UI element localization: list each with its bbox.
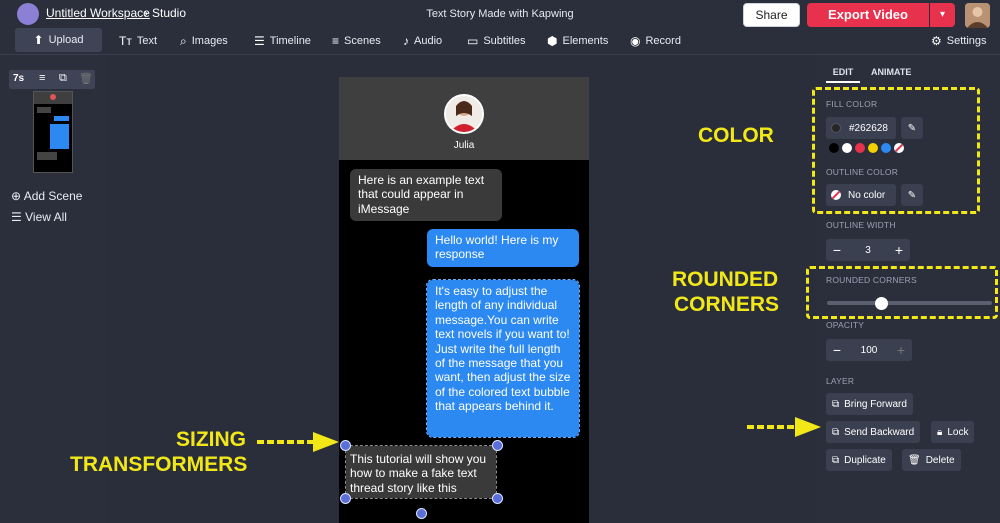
resize-handle-bottom-right[interactable] bbox=[492, 493, 503, 504]
delete-button[interactable]: 🗑︎ Delete bbox=[902, 449, 961, 471]
add-scene-button[interactable]: ⊕ Add Scene bbox=[11, 189, 82, 203]
tab-edit[interactable]: EDIT bbox=[826, 67, 860, 83]
opacity-value[interactable]: 100 bbox=[848, 345, 890, 356]
bring-forward-icon: ⧉ bbox=[832, 398, 840, 410]
settings-button[interactable]: ⚙ Settings bbox=[931, 28, 987, 54]
images-tool[interactable]: ⌕ Images bbox=[180, 28, 228, 54]
timeline-tool[interactable]: ☰ Timeline bbox=[254, 28, 311, 54]
duplicate-button[interactable]: ⧉ Duplicate bbox=[826, 449, 892, 471]
message-bubble-sent[interactable]: Hello world! Here is my response bbox=[427, 229, 579, 267]
search-icon: ⌕ bbox=[180, 34, 187, 48]
outline-width-value[interactable]: 3 bbox=[848, 245, 888, 256]
outline-width-label: OUTLINE WIDTH bbox=[826, 220, 896, 230]
view-all-button[interactable]: ☰ View All bbox=[11, 210, 67, 224]
upload-button[interactable]: ⬆ Upload bbox=[15, 28, 102, 52]
plus-icon[interactable]: + bbox=[890, 342, 912, 358]
message-bubble-sent[interactable]: It's easy to adjust the length of any in… bbox=[426, 279, 580, 438]
trash-icon: 🗑︎ bbox=[908, 454, 921, 466]
text-icon: Tт bbox=[119, 34, 132, 48]
export-dropdown-button[interactable]: ▾ bbox=[930, 3, 955, 27]
resize-handle-top-right[interactable] bbox=[492, 440, 503, 451]
layer-label: LAYER bbox=[826, 376, 855, 386]
lock-icon: 🔒︎ bbox=[937, 426, 943, 438]
scene-menu-icon[interactable]: ≡ bbox=[39, 72, 45, 84]
arrow-to-layer-buttons-icon bbox=[747, 417, 821, 437]
scenes-icon: ≡ bbox=[332, 34, 340, 48]
minus-icon[interactable]: − bbox=[826, 342, 848, 358]
scene-thumbnail[interactable] bbox=[33, 91, 73, 173]
contact-avatar[interactable] bbox=[444, 94, 484, 134]
annotation-rounded: ROUNDED bbox=[672, 268, 779, 291]
user-avatar[interactable] bbox=[965, 3, 990, 28]
elements-tool[interactable]: ⬢ Elements bbox=[547, 28, 608, 54]
trash-icon[interactable]: 🗑 bbox=[79, 72, 93, 85]
record-tool[interactable]: ◉ Record bbox=[630, 28, 681, 54]
timeline-icon: ☰ bbox=[254, 34, 265, 48]
color-highlight-box bbox=[812, 87, 980, 214]
opacity-stepper: − 100 + bbox=[826, 339, 912, 361]
send-backward-button[interactable]: ⧉ Send Backward bbox=[826, 421, 921, 443]
scene-header: 7s ≡ ⧉ 🗑 bbox=[9, 70, 95, 89]
music-note-icon: ♪ bbox=[403, 34, 409, 48]
gear-icon: ⚙ bbox=[931, 34, 942, 48]
outline-width-stepper: − 3 + bbox=[826, 239, 910, 261]
send-backward-icon: ⧉ bbox=[832, 426, 840, 438]
lock-button[interactable]: 🔒︎ Lock bbox=[931, 421, 975, 443]
upload-icon: ⬆ bbox=[33, 33, 44, 47]
opacity-label: OPACITY bbox=[826, 320, 865, 330]
rounded-highlight-box bbox=[806, 266, 998, 319]
record-icon: ◉ bbox=[630, 34, 641, 48]
share-button[interactable]: Share bbox=[743, 3, 800, 27]
annotation-color: COLOR bbox=[698, 124, 774, 147]
subtitles-icon: ▭ bbox=[467, 34, 479, 48]
annotation-transformers: TRANSFORMERS bbox=[70, 453, 248, 476]
tab-animate[interactable]: ANIMATE bbox=[871, 67, 911, 77]
contact-name: Julia bbox=[453, 140, 475, 151]
bring-forward-button[interactable]: ⧉ Bring Forward bbox=[826, 393, 913, 415]
audio-tool[interactable]: ♪ Audio bbox=[403, 28, 442, 54]
message-bubble-received[interactable]: Here is an example text that could appea… bbox=[350, 169, 502, 221]
scene-duration[interactable]: 7s bbox=[13, 73, 24, 84]
annotation-corners: CORNERS bbox=[674, 293, 780, 316]
duplicate-icon: ⧉ bbox=[832, 454, 840, 466]
list-icon: ☰ bbox=[11, 210, 22, 224]
resize-handle-bottom-left[interactable] bbox=[340, 493, 351, 504]
annotation-sizing: SIZING bbox=[176, 428, 247, 451]
export-video-button[interactable]: Export Video bbox=[807, 3, 929, 27]
plus-icon[interactable]: + bbox=[888, 242, 910, 258]
plus-circle-icon: ⊕ bbox=[11, 189, 22, 203]
selection-box bbox=[345, 445, 497, 499]
rotate-handle[interactable] bbox=[416, 508, 427, 519]
scenes-tool[interactable]: ≡ Scenes bbox=[332, 28, 381, 54]
minus-icon[interactable]: − bbox=[826, 242, 848, 258]
duplicate-scene-icon[interactable]: ⧉ bbox=[59, 72, 67, 85]
subtitles-tool[interactable]: ▭ Subtitles bbox=[467, 28, 526, 54]
elements-icon: ⬢ bbox=[547, 34, 558, 48]
arrow-to-handles-icon bbox=[257, 432, 339, 452]
text-tool[interactable]: Tт Text bbox=[119, 28, 157, 54]
